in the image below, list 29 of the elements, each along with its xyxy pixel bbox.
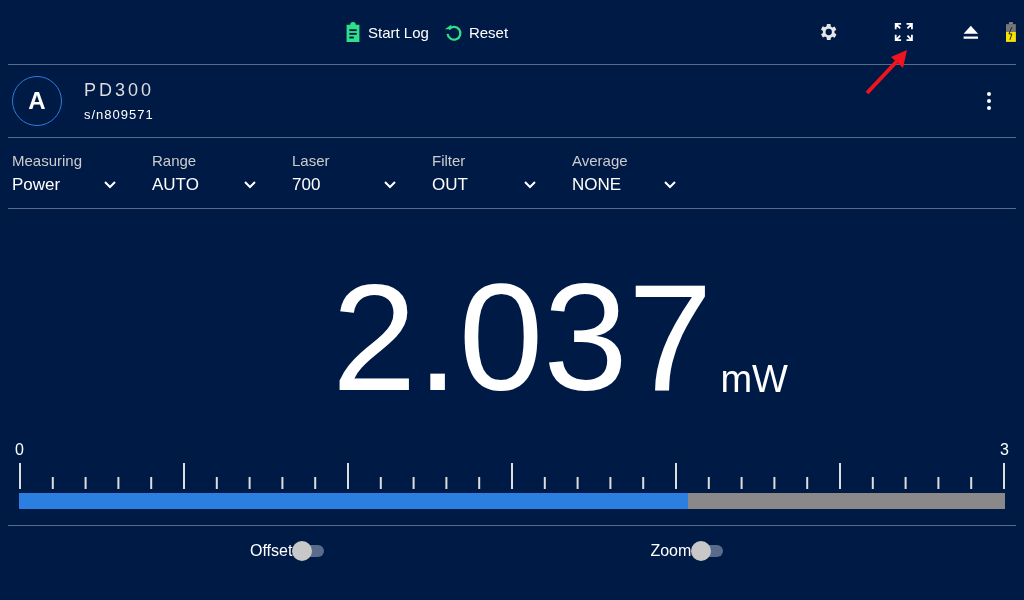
setting-dropdown[interactable]: OUT [432, 174, 536, 195]
reading-unit: mW [720, 358, 788, 401]
start-log-button[interactable]: Start Log [342, 21, 429, 43]
serial-number: s/n809571 [84, 107, 155, 122]
setting-dropdown[interactable]: Power [12, 174, 116, 195]
chevron-icon [384, 180, 396, 189]
toggle-label: Offset [250, 542, 293, 560]
setting-dropdown[interactable]: 700 [292, 174, 396, 195]
scale-min-label: 0 [15, 441, 24, 459]
battery-icon [1006, 22, 1016, 42]
fullscreen-icon[interactable] [892, 21, 915, 43]
setting-label: Measuring [12, 151, 84, 169]
setting-label: Laser [292, 151, 331, 169]
toggle-label: Zoom [650, 542, 692, 560]
setting-label: Average [572, 151, 629, 169]
setting-label: Range [152, 151, 198, 169]
chevron-icon [104, 180, 116, 189]
chevron-icon [524, 180, 536, 189]
reading-value: 2.037 [332, 261, 713, 413]
chevron-icon [244, 180, 256, 189]
more-options-icon[interactable] [986, 91, 992, 111]
setting-dropdown[interactable]: NONE [572, 174, 676, 195]
channel-badge: A [12, 76, 62, 126]
reset-button[interactable]: Reset [442, 21, 509, 43]
setting-dropdown[interactable]: AUTO [152, 174, 256, 195]
device-model: PD300 [84, 80, 155, 101]
setting-label: Filter [432, 151, 467, 169]
chevron-icon [664, 180, 676, 189]
scale-max-label: 3 [1000, 441, 1009, 459]
